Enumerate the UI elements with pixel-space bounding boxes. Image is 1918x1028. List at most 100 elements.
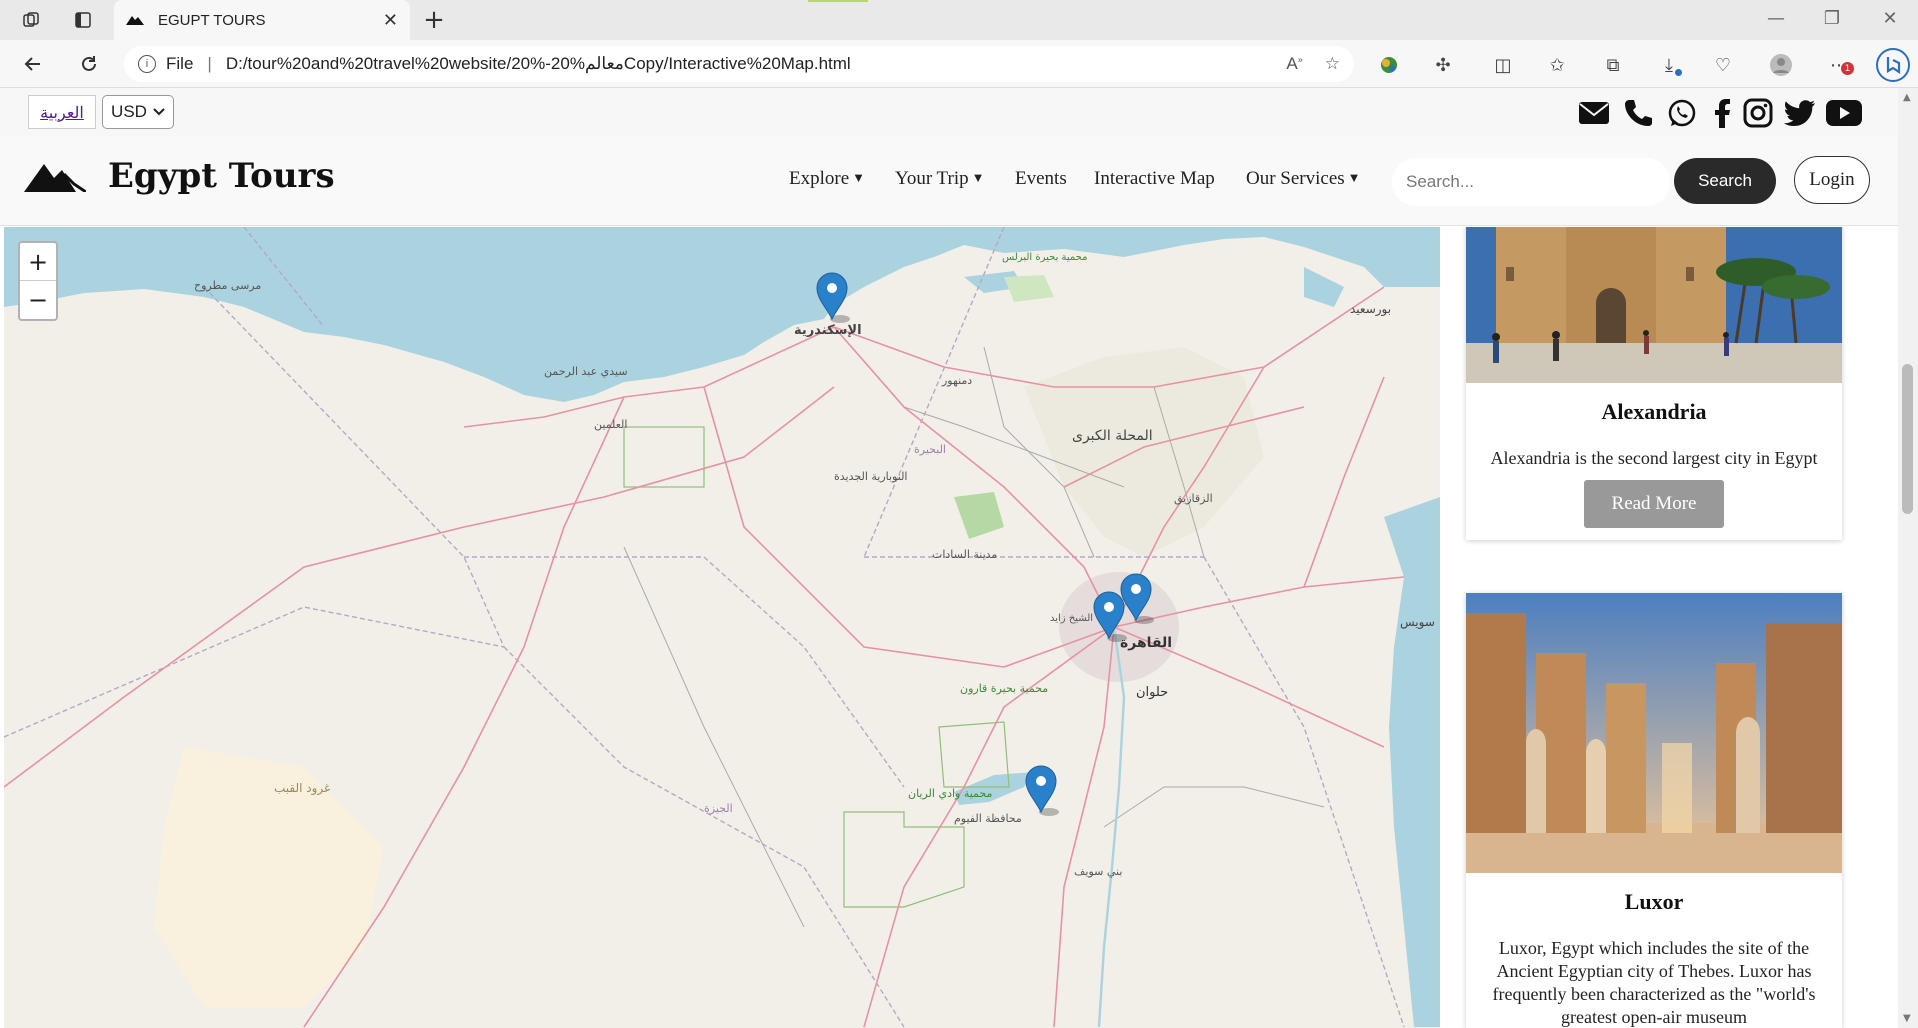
split-screen-icon[interactable]: ◫: [1490, 52, 1516, 78]
label-beni-suef: بني سويف: [1074, 865, 1122, 878]
refresh-icon[interactable]: [74, 50, 104, 78]
scroll-down-arrow-icon[interactable]: ▼: [1903, 1013, 1911, 1024]
more-menu-icon[interactable]: ⋯ 1: [1826, 52, 1854, 78]
collections-icon[interactable]: ⧉: [1600, 52, 1626, 78]
download-badge-dot: [1675, 69, 1682, 76]
label-beheira: البحيرة: [914, 443, 946, 456]
interactive-map[interactable]: مرسى مطروح الإسكندرية سيدي عبد الرحمن ال…: [4, 227, 1440, 1028]
nav-our-services-label: Our Services: [1246, 168, 1345, 189]
nav-explore[interactable]: Explore ▼: [789, 168, 865, 190]
close-window-icon[interactable]: ✕: [1870, 8, 1910, 29]
new-tab-button[interactable]: +: [418, 4, 450, 36]
zoom-out-button[interactable]: −: [20, 281, 56, 319]
browser-tab-active[interactable]: EGUPT TOURS ✕: [114, 0, 410, 40]
workspaces-icon[interactable]: [16, 6, 46, 34]
marker-fayoum[interactable]: [1025, 765, 1059, 816]
label-port-said: بورسعيد: [1350, 302, 1391, 317]
minimize-icon[interactable]: —: [1756, 8, 1796, 29]
nav-our-services[interactable]: Our Services ▼: [1246, 168, 1361, 190]
nav-your-trip-label: Your Trip: [895, 168, 969, 189]
performance-heart-icon[interactable]: ♡: [1710, 52, 1736, 78]
label-sheikh-zayed: الشيخ زايد: [1050, 613, 1093, 624]
downloads-icon[interactable]: ⤓: [1656, 52, 1682, 78]
nile-delta: [1024, 347, 1264, 557]
nav-events[interactable]: Events: [1015, 168, 1067, 190]
tab-title: EGUPT TOURS: [158, 11, 266, 29]
favorites-icon[interactable]: ✩: [1544, 52, 1570, 78]
tab-actions-icon[interactable]: [68, 6, 98, 34]
main-navbar: Egypt Tours Explore ▼ Your Trip ▼ Events I…: [0, 136, 1898, 226]
whatsapp-icon[interactable]: [1664, 96, 1700, 130]
phone-icon[interactable]: [1620, 96, 1656, 130]
label-damanhur: دمنهور: [941, 374, 972, 387]
top-utility-bar: العربية USD: [0, 88, 1898, 136]
back-icon[interactable]: [18, 50, 48, 78]
zoom-control: + −: [18, 241, 58, 321]
search-button[interactable]: Search: [1674, 158, 1776, 204]
label-sidi-abdel-rahman: سيدي عبد الرحمن: [544, 365, 628, 378]
login-button[interactable]: Login: [1794, 156, 1870, 204]
notification-badge: 1: [1841, 62, 1854, 75]
caret-down-icon: ▼: [852, 170, 866, 185]
label-mahalla: المحلة الكبرى: [1072, 428, 1153, 444]
extensions-puzzle-icon[interactable]: ✣: [1430, 52, 1456, 78]
restore-icon[interactable]: ❐: [1812, 8, 1852, 29]
address-field[interactable]: i File | D:/tour%20and%20travel%20websit…: [124, 46, 1354, 82]
youtube-icon[interactable]: [1826, 96, 1862, 130]
green-reserve-1: [954, 492, 1004, 539]
alexandria-citadel-image: [1466, 227, 1842, 383]
label-rayan: محمية وادي الريان: [908, 787, 993, 800]
chevron-down-icon: [153, 108, 165, 116]
gulf-of-suez: [1384, 497, 1440, 1027]
card-luxor: Luxor Luxor, Egypt which includes the si…: [1466, 593, 1842, 1028]
currency-value: USD: [111, 102, 147, 121]
nav-your-trip[interactable]: Your Trip ▼: [895, 168, 984, 190]
site-info-icon[interactable]: i: [138, 55, 156, 73]
label-cairo: القاهرة: [1120, 635, 1172, 651]
label-burullus: محمية بحيرة البرلس: [1002, 252, 1088, 263]
instagram-icon[interactable]: [1740, 96, 1776, 130]
address-url: D:/tour%20and%20travel%20website/20%-20%…: [225, 54, 851, 73]
language-switch-link[interactable]: العربية: [28, 95, 96, 129]
brand-title[interactable]: Egypt Tours: [108, 156, 335, 196]
email-icon[interactable]: [1576, 96, 1612, 130]
card-description: Luxor, Egypt which includes the site of …: [1492, 938, 1816, 1027]
favorite-star-icon[interactable]: ☆: [1325, 54, 1340, 74]
nile-river: [1097, 626, 1126, 1028]
protected-area-1: [623, 426, 705, 488]
zoom-in-button[interactable]: +: [20, 243, 56, 281]
browser-tab-bar: EGUPT TOURS ✕ + — ❐ ✕: [0, 0, 1918, 40]
label-ghorod: غرود القبب: [274, 781, 330, 796]
protected-area-2: [843, 811, 965, 908]
card-alexandria: Alexandria Alexandria is the second larg…: [1466, 227, 1842, 540]
label-suez: سويس: [1400, 615, 1435, 630]
website-viewport: العربية USD Egypt Tours Explore ▼ Your T…: [0, 88, 1898, 1028]
address-prefix: File: [166, 54, 194, 73]
scroll-up-arrow-icon[interactable]: ▲: [1903, 92, 1911, 103]
profile-avatar[interactable]: [1768, 52, 1794, 78]
read-more-button[interactable]: Read More: [1584, 480, 1724, 528]
facebook-icon[interactable]: [1704, 96, 1740, 130]
nav-explore-label: Explore: [789, 168, 850, 189]
mountain-logo-icon[interactable]: [24, 162, 86, 192]
destination-cards-panel: Alexandria Alexandria is the second larg…: [1440, 227, 1898, 1028]
close-tab-icon[interactable]: ✕: [383, 10, 398, 31]
page-scrollbar[interactable]: ▲ ▼: [1898, 88, 1918, 1028]
extension-globe-icon[interactable]: [1376, 52, 1402, 78]
search-input[interactable]: [1392, 158, 1670, 206]
copilot-icon[interactable]: [1876, 48, 1910, 82]
label-marsa-matruh: مرسى مطروح: [194, 279, 261, 292]
twitter-icon[interactable]: [1782, 96, 1818, 130]
currency-select[interactable]: USD: [102, 95, 174, 129]
read-aloud-icon[interactable]: A»: [1286, 54, 1302, 74]
scroll-thumb[interactable]: [1902, 364, 1913, 514]
nav-interactive-map[interactable]: Interactive Map: [1094, 168, 1215, 190]
card-title: Luxor: [1624, 889, 1684, 914]
lake-manzala: [1304, 267, 1344, 307]
tab-progress-indicator: [808, 0, 868, 2]
desert-dunes: [154, 747, 384, 1007]
address-separator: |: [207, 54, 212, 73]
map-labels: مرسى مطروح الإسكندرية سيدي عبد الرحمن ال…: [194, 252, 1435, 878]
mountain-favicon-icon: [126, 16, 144, 25]
map-tiles[interactable]: مرسى مطروح الإسكندرية سيدي عبد الرحمن ال…: [4, 227, 1440, 1028]
